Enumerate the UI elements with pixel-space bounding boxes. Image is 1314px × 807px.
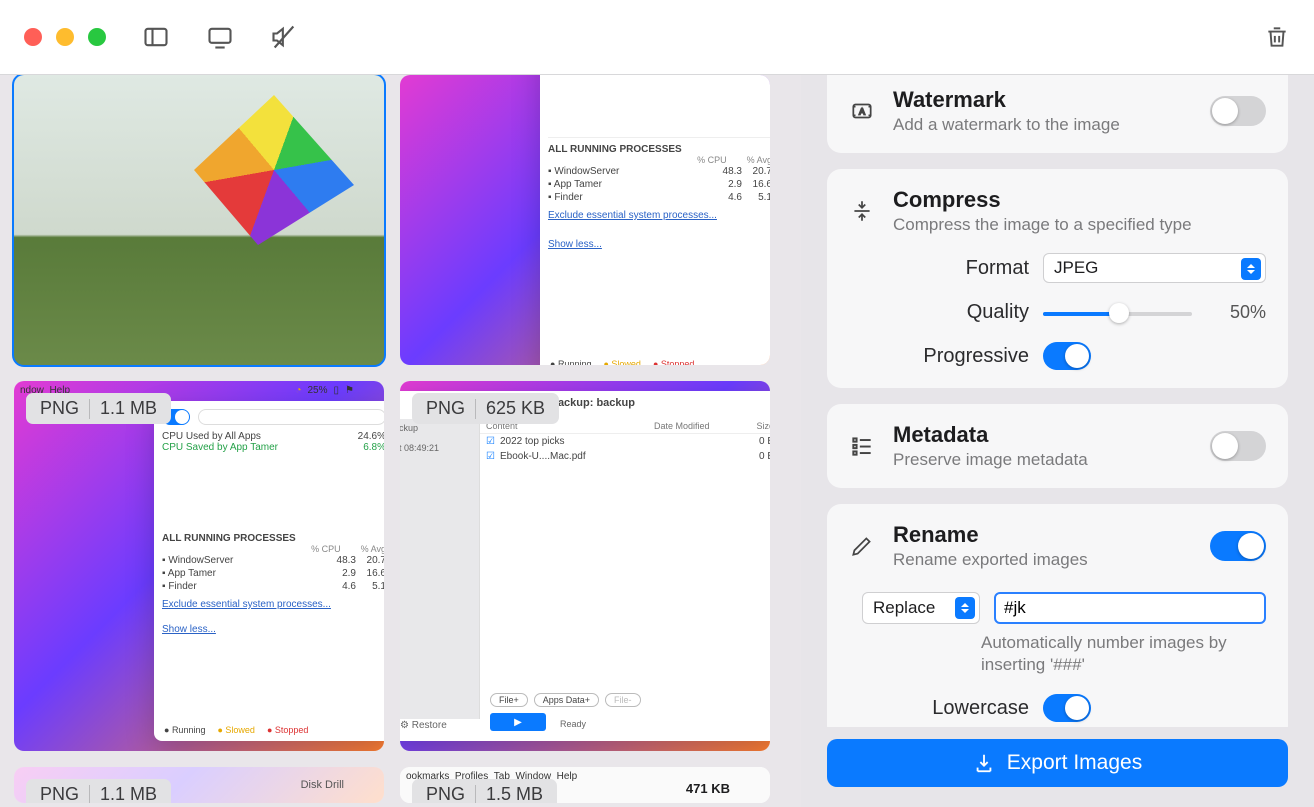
compress-icon — [849, 198, 875, 224]
settings-sidebar: A Watermark Add a watermark to the image — [801, 75, 1314, 807]
compress-subtitle: Compress the image to a specified type — [893, 215, 1266, 235]
thumbnail-badge: PNG 625 KB — [412, 393, 559, 424]
thumbnail-badge: PNG 1.5 MB — [412, 779, 557, 803]
format-label: PNG — [426, 784, 465, 803]
size-label: 1.1 MB — [100, 784, 157, 803]
thumbnail-6[interactable]: ookmarks Profiles Tab Window Help 471 KB… — [400, 767, 770, 803]
format-label: PNG — [426, 398, 465, 419]
close-window-button[interactable] — [24, 28, 42, 46]
watermark-panel: A Watermark Add a watermark to the image — [827, 75, 1288, 153]
thumbnail-4[interactable]: Backup: backup ackupat 08:49:21 Content … — [400, 381, 770, 751]
mute-icon[interactable] — [270, 23, 298, 51]
progressive-label: Progressive — [849, 345, 1029, 368]
size-label: 1.5 MB — [486, 784, 543, 803]
sidebar-toggle-icon[interactable] — [142, 23, 170, 51]
lowercase-label: Lowercase — [849, 697, 1029, 720]
thumbnail-badge: PNG 1.1 MB — [26, 393, 171, 424]
watermark-icon: A — [849, 98, 875, 124]
rename-subtitle: Rename exported images — [893, 550, 1192, 570]
export-button[interactable]: Export Images — [827, 739, 1288, 787]
format-label: PNG — [40, 398, 79, 419]
format-label: Format — [849, 257, 1029, 280]
thumbnail-content: CPU Used by All Apps24.6% CPU Saved by A… — [154, 401, 384, 741]
rename-toggle[interactable] — [1210, 531, 1266, 561]
thumbnail-2[interactable]: ALL RUNNING PROCESSES % CPU% Avg ▪ Windo… — [400, 75, 770, 365]
titlebar — [0, 0, 1314, 75]
metadata-title: Metadata — [893, 422, 1192, 448]
thumbnail-1[interactable] — [14, 75, 384, 365]
format-label: PNG — [40, 784, 79, 803]
compress-title: Compress — [893, 187, 1266, 213]
rename-title: Rename — [893, 522, 1192, 548]
export-icon — [973, 752, 995, 774]
thumbnail-content: Backup: backup ackupat 08:49:21 Content … — [400, 391, 770, 741]
kite-graphic — [184, 95, 324, 245]
size-label: 625 KB — [486, 398, 545, 419]
trash-icon[interactable] — [1264, 23, 1290, 51]
display-icon[interactable] — [206, 23, 234, 51]
size-label: 1.1 MB — [100, 398, 157, 419]
metadata-panel: Metadata Preserve image metadata — [827, 404, 1288, 488]
watermark-subtitle: Add a watermark to the image — [893, 115, 1192, 135]
quality-label: Quality — [849, 301, 1029, 324]
metadata-subtitle: Preserve image metadata — [893, 450, 1192, 470]
rename-mode-select[interactable]: Replace — [862, 592, 980, 624]
rename-hint: Automatically number images by inserting… — [981, 632, 1261, 676]
watermark-title: Watermark — [893, 87, 1192, 113]
metadata-icon — [849, 433, 875, 459]
thumbnail-5[interactable]: Disk Drill PNG 1.1 MB — [14, 767, 384, 803]
progressive-toggle[interactable] — [1043, 342, 1091, 370]
lowercase-toggle[interactable] — [1043, 694, 1091, 722]
chevron-updown-icon — [955, 597, 975, 619]
minimize-window-button[interactable] — [56, 28, 74, 46]
format-select[interactable]: JPEG — [1043, 253, 1266, 283]
watermark-toggle[interactable] — [1210, 96, 1266, 126]
metadata-toggle[interactable] — [1210, 431, 1266, 461]
thumbnail-3[interactable]: CPU Used by All Apps24.6% CPU Saved by A… — [14, 381, 384, 751]
thumbnail-grid: ALL RUNNING PROCESSES % CPU% Avg ▪ Windo… — [0, 75, 801, 807]
chevron-updown-icon — [1241, 258, 1261, 280]
quality-slider[interactable] — [1043, 303, 1192, 323]
rename-panel: Rename Rename exported images Replace Au… — [827, 504, 1288, 727]
rename-pattern-input[interactable] — [994, 592, 1266, 624]
zoom-window-button[interactable] — [88, 28, 106, 46]
thumbnail-content: ALL RUNNING PROCESSES % CPU% Avg ▪ Windo… — [540, 75, 770, 365]
compress-panel: Compress Compress the image to a specifi… — [827, 169, 1288, 388]
svg-text:A: A — [859, 106, 865, 116]
thumbnail-badge: PNG 1.1 MB — [26, 779, 171, 803]
rename-icon — [849, 533, 875, 559]
quality-value: 50% — [1206, 302, 1266, 323]
window-controls — [24, 28, 106, 46]
